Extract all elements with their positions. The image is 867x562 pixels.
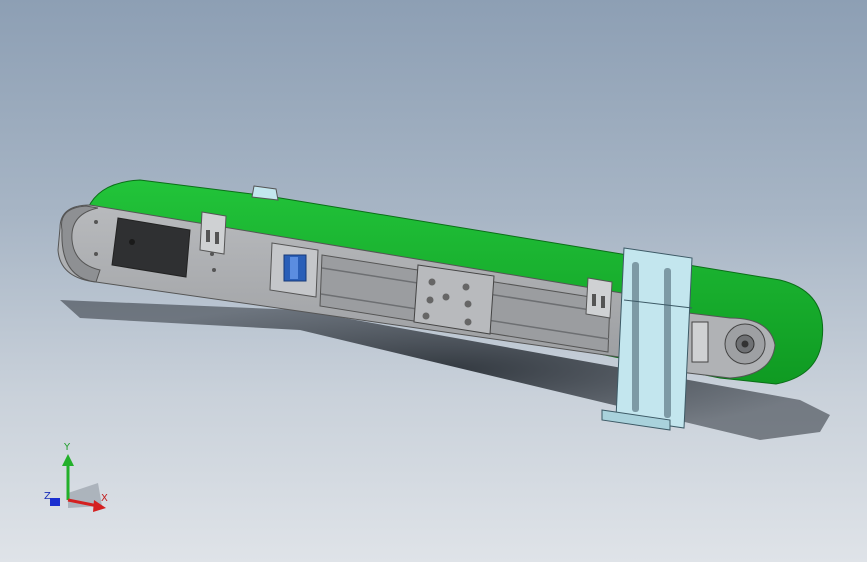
bracket-top-left bbox=[199, 211, 227, 255]
x-axis-label: X bbox=[101, 493, 108, 504]
z-axis-icon bbox=[50, 498, 60, 506]
mounting-plate bbox=[413, 264, 495, 335]
y-axis-label: Y bbox=[64, 442, 71, 453]
tension-block bbox=[691, 321, 709, 363]
graphics-viewport[interactable]: Y X Z bbox=[0, 0, 867, 562]
bracket-slot-left bbox=[632, 262, 639, 412]
support-bracket bbox=[615, 247, 693, 429]
bracket-top-far bbox=[251, 185, 279, 201]
conveyor-model[interactable] bbox=[0, 0, 867, 562]
orientation-triad[interactable] bbox=[38, 438, 128, 518]
bracket-slot-right bbox=[664, 268, 671, 418]
z-axis-label: Z bbox=[44, 491, 51, 502]
panel-screw bbox=[129, 239, 135, 245]
bracket-right bbox=[585, 277, 613, 319]
